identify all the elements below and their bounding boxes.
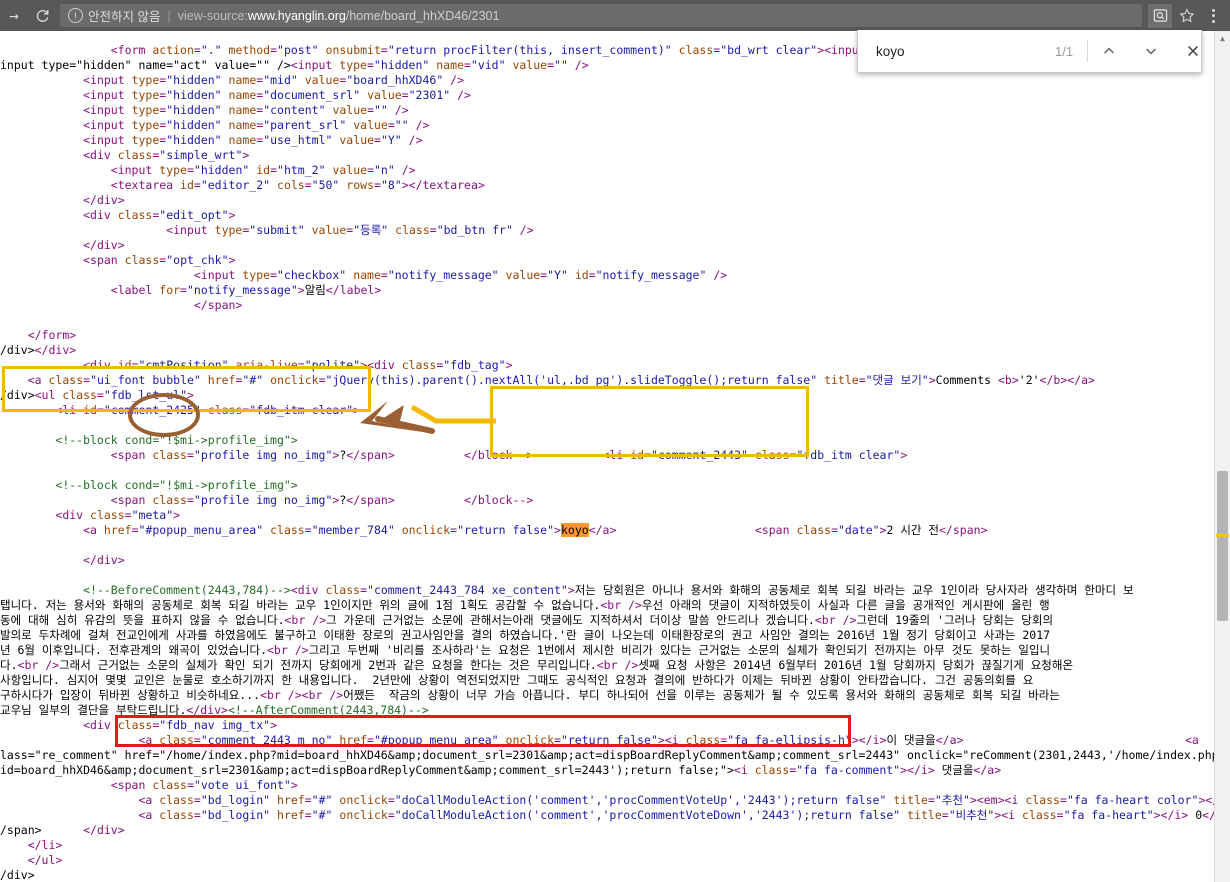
source-code[interactable]: <form action="." method="post" onsubmit=… <box>0 43 1230 882</box>
address-bar[interactable]: i 안전하지 않음 | view-source: www.hyanglin.org… <box>60 4 1142 27</box>
url-path: /home/board_hhXD46/2301 <box>345 8 500 23</box>
vertical-scrollbar[interactable]: ▲ <box>1214 31 1230 882</box>
find-match-count: 1/1 <box>1055 43 1074 59</box>
source-viewport[interactable]: <form action="." method="post" onsubmit=… <box>0 31 1230 882</box>
find-previous-button[interactable] <box>1088 30 1130 72</box>
find-in-page-icon[interactable] <box>1148 3 1172 28</box>
url-host: www.hyanglin.org <box>247 8 346 23</box>
browser-toolbar: → i 안전하지 않음 | view-source: www.hyanglin.o… <box>0 0 1230 31</box>
find-input[interactable] <box>874 42 1055 60</box>
scroll-up-arrow-icon[interactable]: ▲ <box>1215 31 1230 46</box>
find-close-button[interactable] <box>1172 30 1214 72</box>
scrollbar-thumb[interactable] <box>1217 471 1228 621</box>
info-icon: i <box>68 8 83 23</box>
three-dot-menu-icon[interactable] <box>1202 3 1224 29</box>
omnibox-divider: | <box>167 8 171 23</box>
star-icon[interactable] <box>1175 4 1199 28</box>
scrollbar-match-tick <box>1216 534 1229 537</box>
back-arrow-icon[interactable]: → <box>0 2 28 30</box>
find-next-button[interactable] <box>1130 30 1172 72</box>
security-label: 안전하지 않음 <box>88 10 161 24</box>
reload-icon[interactable] <box>28 2 56 30</box>
url-scheme: view-source: <box>177 8 248 23</box>
find-bar: 1/1 <box>857 30 1202 73</box>
